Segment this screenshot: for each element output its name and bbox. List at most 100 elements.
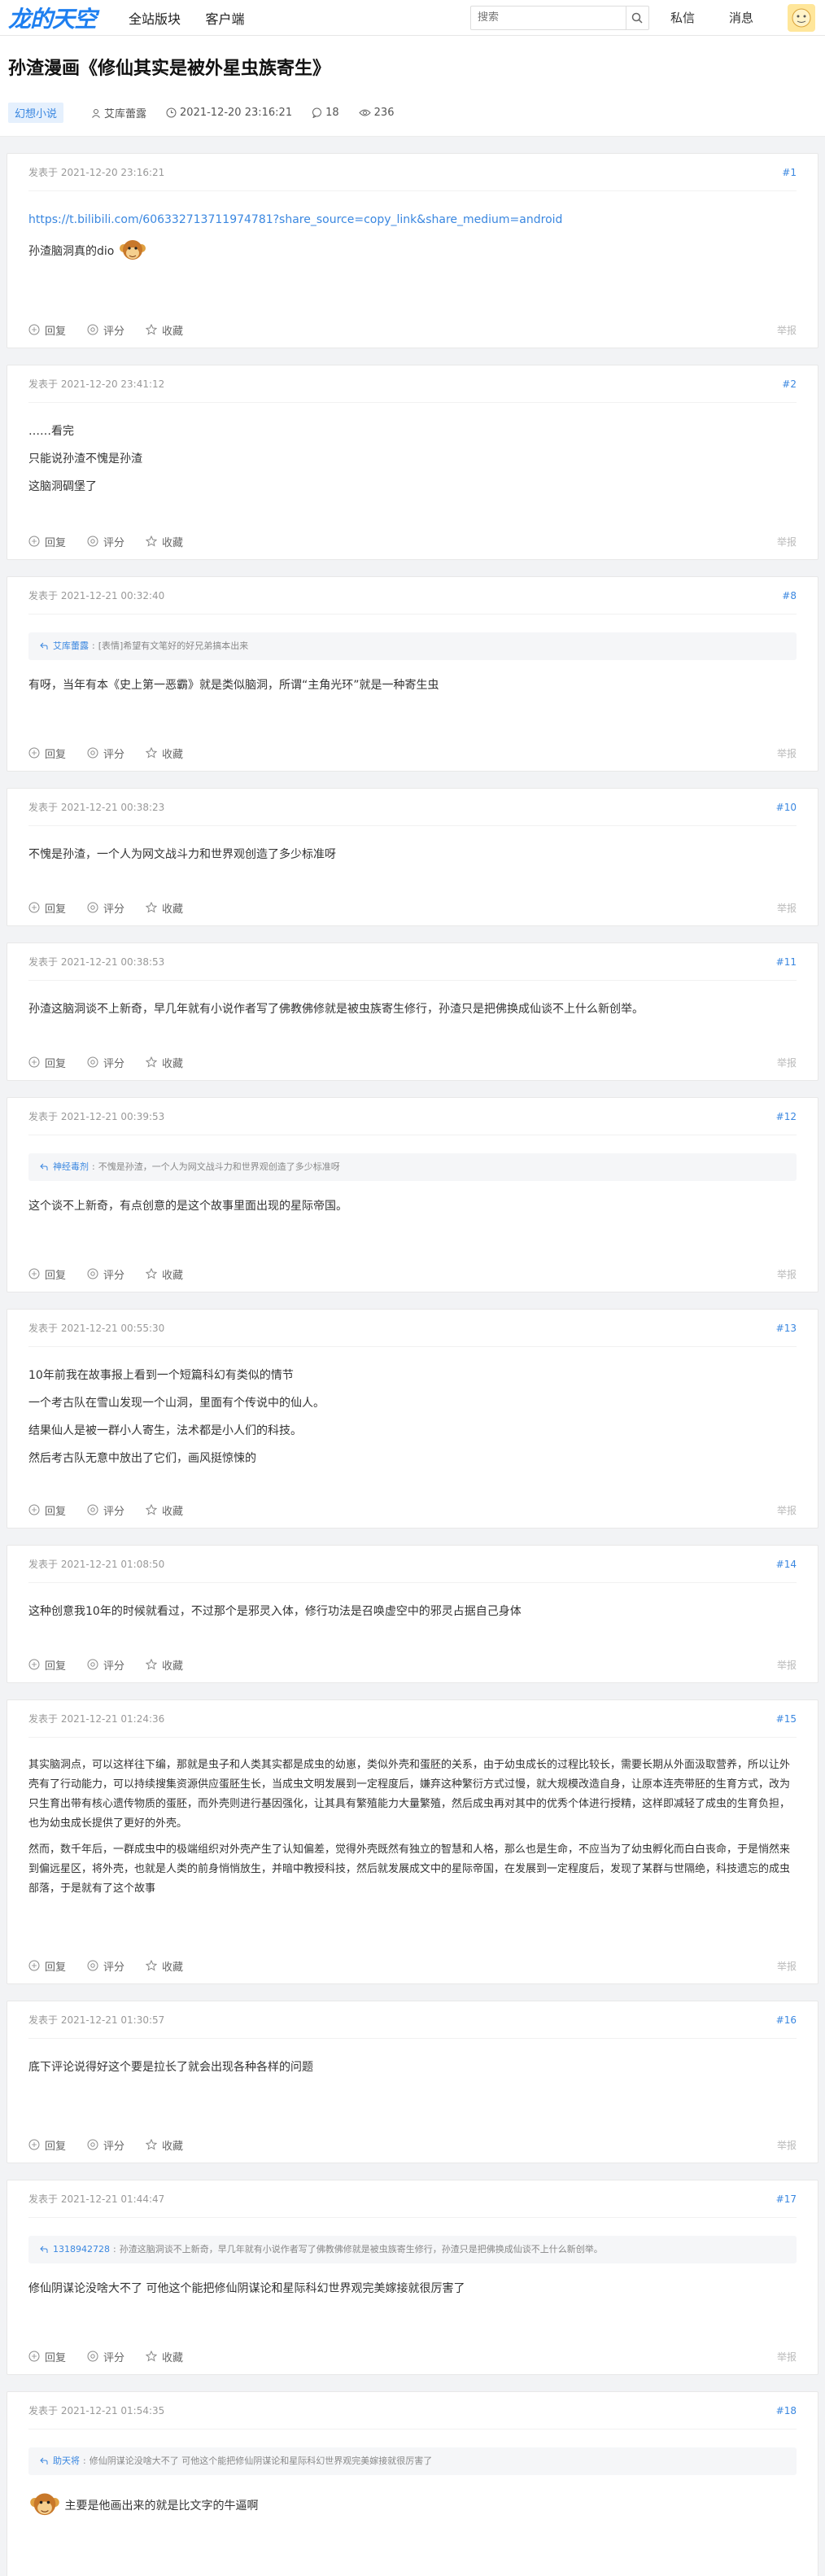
report-link[interactable]: 举报 bbox=[777, 2350, 797, 2364]
report-link[interactable]: 举报 bbox=[777, 1959, 797, 1973]
quoted-text: 孙渣这脑洞谈不上新奇，早几年就有小说作者写了佛教佛修就是被虫族寄生修行，孙渣只是… bbox=[119, 2244, 603, 2255]
favorite-button[interactable]: 收藏 bbox=[146, 2137, 183, 2153]
rate-button[interactable]: 评分 bbox=[87, 1266, 124, 1282]
reply-button[interactable]: 回复 bbox=[28, 2349, 66, 2364]
reply-icon bbox=[28, 2351, 40, 2362]
post-actions: 回复 评分 收藏 举报 bbox=[28, 1256, 797, 1292]
notifications-link[interactable]: 消息 bbox=[729, 9, 753, 26]
post-timestamp: 发表于 2021-12-21 00:38:53 bbox=[28, 956, 165, 968]
site-logo[interactable]: 龙的天空 bbox=[8, 2, 97, 34]
quoted-text: 修仙阴谋论没啥大不了 可他这个能把修仙阴谋论和星际科幻世界观完美嫁接就很厉害了 bbox=[89, 2456, 433, 2466]
favorite-button[interactable]: 收藏 bbox=[146, 322, 183, 338]
reply-button[interactable]: 回复 bbox=[28, 1958, 66, 1974]
search-icon[interactable] bbox=[625, 6, 648, 29]
rate-button[interactable]: 评分 bbox=[87, 1502, 124, 1518]
favorite-button[interactable]: 收藏 bbox=[146, 2349, 183, 2364]
favorite-button[interactable]: 收藏 bbox=[146, 1958, 183, 1974]
reply-button[interactable]: 回复 bbox=[28, 1055, 66, 1070]
post-card: 发表于 2021-12-20 23:41:12 #2 ……看完 只能说孙渣不愧是… bbox=[7, 365, 818, 560]
post-card: 发表于 2021-12-21 01:44:47 #17 1318942728: … bbox=[7, 2180, 818, 2375]
post-content: 1318942728: 孙渣这脑洞谈不上新奇，早几年就有小说作者写了佛教佛修就是… bbox=[28, 2218, 797, 2338]
post-timestamp: 发表于 2021-12-20 23:41:12 bbox=[28, 378, 165, 390]
rate-button[interactable]: 评分 bbox=[87, 746, 124, 761]
rate-button[interactable]: 评分 bbox=[87, 322, 124, 338]
post-card: 发表于 2021-12-21 00:38:53 #11 孙渣这脑洞谈不上新奇，早… bbox=[7, 942, 818, 1081]
rate-button[interactable]: 评分 bbox=[87, 1958, 124, 1974]
report-link[interactable]: 举报 bbox=[777, 746, 797, 760]
post-floor-number[interactable]: #15 bbox=[776, 1713, 797, 1725]
reply-icon bbox=[28, 1504, 40, 1515]
report-link[interactable]: 举报 bbox=[777, 1503, 797, 1517]
post-floor-number[interactable]: #12 bbox=[776, 1111, 797, 1122]
favorite-button[interactable]: 收藏 bbox=[146, 900, 183, 916]
post-floor-number[interactable]: #16 bbox=[776, 2014, 797, 2026]
quoted-user[interactable]: 助天将 bbox=[53, 2454, 80, 2469]
rate-button[interactable]: 评分 bbox=[87, 2137, 124, 2153]
reply-button[interactable]: 回复 bbox=[28, 1502, 66, 1518]
reply-button[interactable]: 回复 bbox=[28, 322, 66, 338]
search-input[interactable] bbox=[470, 11, 626, 24]
post-content: https://t.bilibili.com/60633271371197478… bbox=[28, 191, 797, 312]
favorite-button[interactable]: 收藏 bbox=[146, 1657, 183, 1673]
nav-client[interactable]: 客户端 bbox=[205, 11, 244, 27]
post-floor-number[interactable]: #8 bbox=[782, 590, 797, 601]
post-actions: 回复 评分 收藏 举报 bbox=[28, 1948, 797, 1983]
report-link[interactable]: 举报 bbox=[777, 535, 797, 549]
star-icon bbox=[146, 2351, 158, 2362]
rate-button[interactable]: 评分 bbox=[87, 534, 124, 549]
messages-link[interactable]: 私信 bbox=[670, 9, 695, 26]
favorite-button[interactable]: 收藏 bbox=[146, 746, 183, 761]
author-meta[interactable]: 艾库蕾露 bbox=[91, 105, 146, 120]
reply-icon bbox=[28, 1056, 40, 1068]
post-timestamp: 发表于 2021-12-21 01:54:35 bbox=[28, 2405, 165, 2416]
report-link[interactable]: 举报 bbox=[777, 323, 797, 337]
rate-button[interactable]: 评分 bbox=[87, 2349, 124, 2364]
report-link[interactable]: 举报 bbox=[777, 1267, 797, 1281]
monkey-emoji-icon bbox=[30, 2493, 59, 2516]
post-floor-number[interactable]: #2 bbox=[782, 378, 797, 390]
report-link[interactable]: 举报 bbox=[777, 901, 797, 915]
post-floor-number[interactable]: #18 bbox=[776, 2405, 797, 2416]
favorite-button[interactable]: 收藏 bbox=[146, 534, 183, 549]
category-tag[interactable]: 幻想小说 bbox=[8, 103, 64, 123]
favorite-button[interactable]: 收藏 bbox=[146, 1055, 183, 1070]
reply-button[interactable]: 回复 bbox=[28, 2137, 66, 2153]
post-content: 助天将: 修仙阴谋论没啥大不了 可他这个能把修仙阴谋论和星际科幻世界观完美嫁接就… bbox=[28, 2429, 797, 2570]
reply-button[interactable]: 回复 bbox=[28, 746, 66, 761]
report-link[interactable]: 举报 bbox=[777, 2138, 797, 2152]
quoted-user[interactable]: 神经毒剂 bbox=[53, 1160, 89, 1174]
star-icon bbox=[146, 1659, 158, 1670]
reply-button[interactable]: 回复 bbox=[28, 534, 66, 549]
user-avatar[interactable] bbox=[788, 3, 815, 32]
post-floor-number[interactable]: #1 bbox=[782, 167, 797, 178]
reply-button[interactable]: 回复 bbox=[28, 1266, 66, 1282]
post-floor-number[interactable]: #11 bbox=[776, 956, 797, 968]
star-icon bbox=[146, 2139, 158, 2150]
rate-icon bbox=[87, 2139, 98, 2150]
quote-block: 1318942728: 孙渣这脑洞谈不上新奇，早几年就有小说作者写了佛教佛修就是… bbox=[28, 2236, 797, 2263]
rate-button[interactable]: 评分 bbox=[87, 1055, 124, 1070]
quoted-user[interactable]: 1318942728 bbox=[53, 2242, 110, 2257]
favorite-button[interactable]: 收藏 bbox=[146, 1502, 183, 1518]
rate-button[interactable]: 评分 bbox=[87, 1657, 124, 1673]
post-link[interactable]: https://t.bilibili.com/60633271371197478… bbox=[28, 213, 562, 226]
quote-reply-icon bbox=[40, 1163, 48, 1170]
quote-reply-icon bbox=[40, 2457, 48, 2464]
post-floor-number[interactable]: #17 bbox=[776, 2193, 797, 2205]
rate-icon bbox=[87, 1659, 98, 1670]
report-link[interactable]: 举报 bbox=[777, 1658, 797, 1672]
nav-all-boards[interactable]: 全站版块 bbox=[129, 11, 181, 27]
reply-button[interactable]: 回复 bbox=[28, 900, 66, 916]
user-icon bbox=[92, 108, 100, 118]
reply-icon bbox=[28, 536, 40, 547]
reply-icon bbox=[28, 1659, 40, 1670]
post-floor-number[interactable]: #10 bbox=[776, 802, 797, 813]
post-floor-number[interactable]: #13 bbox=[776, 1323, 797, 1334]
view-count: 236 bbox=[373, 107, 395, 119]
favorite-button[interactable]: 收藏 bbox=[146, 1266, 183, 1282]
post-floor-number[interactable]: #14 bbox=[776, 1559, 797, 1570]
report-link[interactable]: 举报 bbox=[777, 1056, 797, 1069]
reply-button[interactable]: 回复 bbox=[28, 1657, 66, 1673]
quoted-user[interactable]: 艾库蕾露 bbox=[53, 639, 89, 654]
rate-button[interactable]: 评分 bbox=[87, 900, 124, 916]
